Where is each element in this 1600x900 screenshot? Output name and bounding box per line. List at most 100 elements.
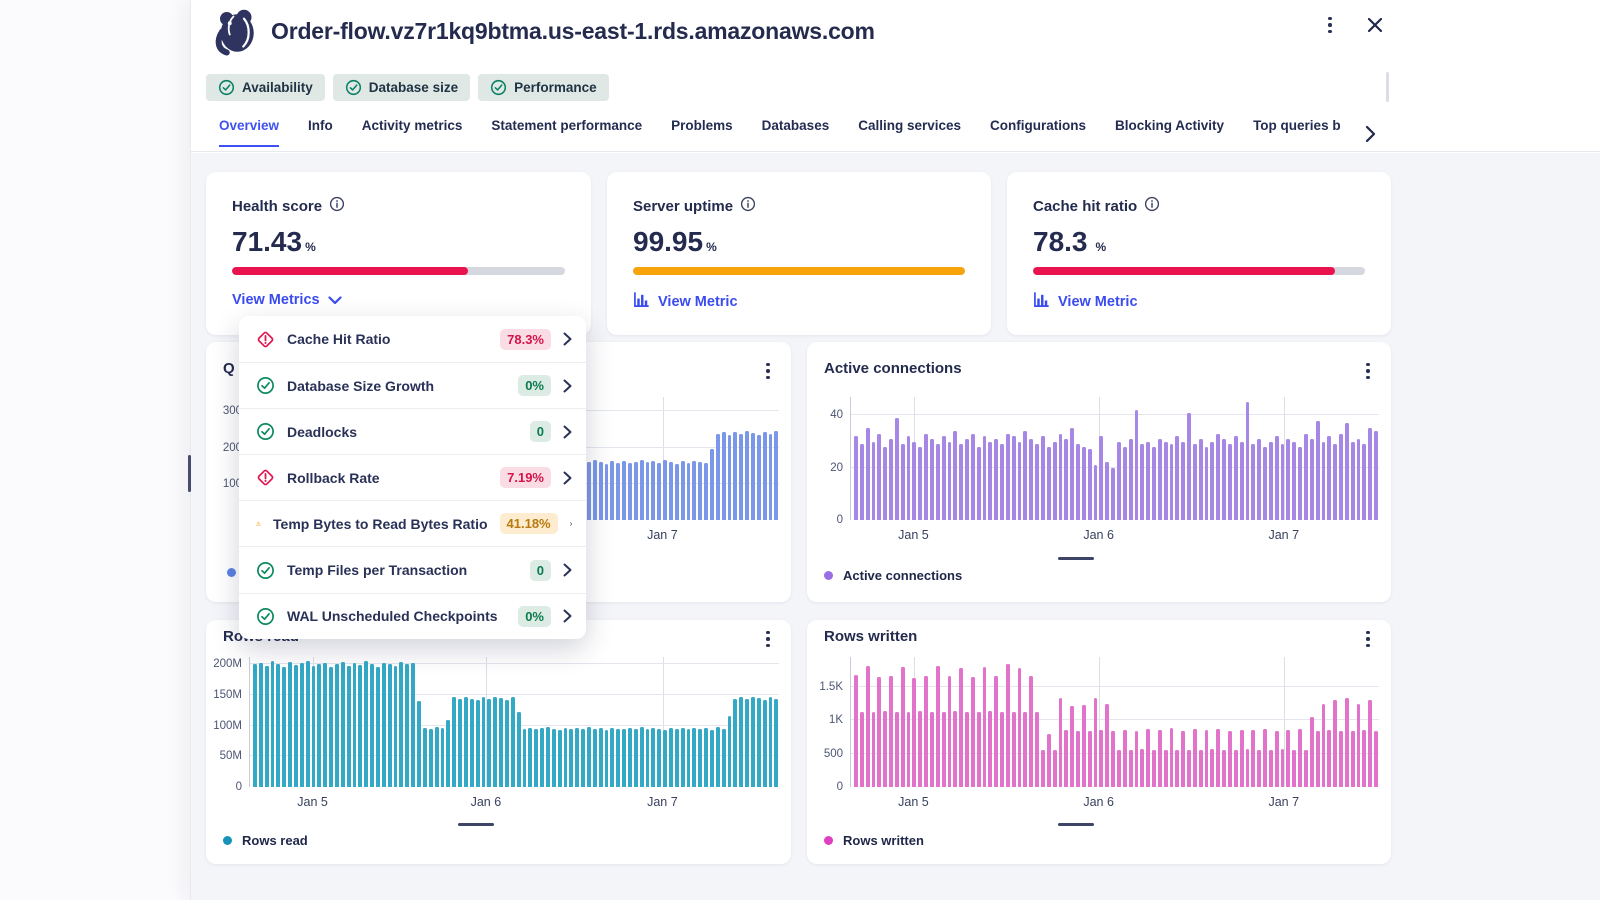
tab-databases[interactable]: Databases [762, 118, 830, 145]
bar [948, 676, 952, 787]
bar [965, 712, 969, 787]
bar [1164, 750, 1168, 787]
chart-kebab-menu-icon[interactable] [1359, 628, 1377, 650]
info-icon[interactable] [1144, 196, 1160, 216]
tab-blocking-activity[interactable]: Blocking Activity [1115, 118, 1224, 145]
bar [1275, 436, 1279, 520]
chart-x-scrollbar[interactable] [1058, 557, 1094, 560]
bar [534, 729, 538, 787]
tags-scrollbar[interactable] [1386, 72, 1389, 102]
tabs-scroll-right-icon[interactable] [1362, 120, 1378, 148]
panel-kebab-menu-icon[interactable] [1321, 14, 1339, 36]
bar [1234, 436, 1238, 520]
chevron-right-icon [563, 563, 572, 577]
bar [1281, 444, 1285, 520]
tab-overview[interactable]: Overview [219, 118, 279, 147]
tab-activity-metrics[interactable]: Activity metrics [362, 118, 463, 145]
dropdown-item-rollback-rate[interactable]: Rollback Rate7.19% [239, 454, 586, 500]
bar [411, 663, 415, 787]
tab-configurations[interactable]: Configurations [990, 118, 1086, 145]
bar [458, 699, 462, 787]
y-axis-label: 1K [829, 714, 843, 726]
metric-value-badge: 0 [530, 560, 551, 581]
bar [965, 439, 969, 520]
check-circle-icon [218, 79, 235, 96]
chart-legend: Rows written [824, 833, 924, 848]
panel-header: Order-flow.vz7r1kq9btma.us-east-1.rds.am… [191, 0, 1600, 66]
bar [1047, 734, 1051, 787]
card-title: Server uptime [633, 198, 733, 215]
bar [1374, 731, 1378, 787]
tab-calling-services[interactable]: Calling services [858, 118, 961, 145]
bar [1374, 431, 1378, 520]
dropdown-item-label: Rollback Rate [287, 470, 488, 486]
bar [1345, 698, 1349, 787]
chart-x-scrollbar[interactable] [1058, 823, 1094, 826]
bar [622, 461, 626, 520]
chart-kebab-menu-icon[interactable] [759, 628, 777, 650]
check-circle-icon [256, 607, 275, 626]
bar [640, 460, 644, 520]
check-circle-icon [256, 561, 275, 580]
bar [1304, 750, 1308, 787]
bar [1205, 447, 1209, 520]
tag-database-size[interactable]: Database size [333, 74, 470, 101]
bar [581, 729, 585, 787]
tab-info[interactable]: Info [308, 118, 333, 145]
tag-availability[interactable]: Availability [206, 74, 325, 101]
bar [1000, 712, 1004, 787]
tab-top-queries-b[interactable]: Top queries b [1253, 118, 1341, 145]
view-metric-button[interactable]: View Metric [1033, 292, 1138, 312]
bar [335, 664, 339, 787]
bar [593, 729, 597, 787]
dropdown-item-database-size-growth[interactable]: Database Size Growth0% [239, 362, 586, 408]
tab-statement-performance[interactable]: Statement performance [491, 118, 642, 145]
bar [1251, 730, 1255, 787]
tag-performance[interactable]: Performance [478, 74, 609, 101]
bar [1088, 731, 1092, 787]
view-metrics-button[interactable]: View Metrics [232, 292, 342, 308]
chart-x-scrollbar[interactable] [458, 823, 494, 826]
panel-scroll-indicator[interactable] [188, 455, 191, 492]
health-score-card: Health score 71.43% View Metrics [206, 172, 591, 335]
dropdown-item-temp-bytes-to-read-bytes-ratio[interactable]: Temp Bytes to Read Bytes Ratio41.18% [239, 500, 586, 546]
bar [948, 442, 952, 521]
info-icon[interactable] [329, 196, 345, 216]
close-icon[interactable] [1365, 15, 1385, 35]
bar [388, 664, 392, 787]
server-uptime-value: 99.95 [633, 226, 703, 257]
metric-value-badge: 0% [518, 606, 551, 627]
bar [895, 418, 899, 520]
bar [1310, 717, 1314, 787]
bar [265, 666, 269, 787]
view-metric-button[interactable]: View Metric [633, 292, 738, 312]
info-icon[interactable] [740, 196, 756, 216]
metric-value-badge: 0 [530, 421, 551, 442]
bar [866, 666, 870, 787]
chart-title: Active connections [824, 360, 962, 377]
bar [918, 447, 922, 520]
dropdown-item-deadlocks[interactable]: Deadlocks0 [239, 408, 586, 454]
dropdown-item-temp-files-per-transaction[interactable]: Temp Files per Transaction0 [239, 546, 586, 592]
bar [1029, 676, 1033, 787]
bar [1333, 444, 1337, 520]
bar [1351, 442, 1355, 521]
bar [358, 665, 362, 787]
chart-kebab-menu-icon[interactable] [1359, 360, 1377, 382]
bar [605, 730, 609, 787]
bar [312, 666, 316, 787]
cache-hit-ratio-card: Cache hit ratio 78.3% View Metric [1007, 172, 1391, 335]
bar [276, 664, 280, 787]
tab-problems[interactable]: Problems [671, 118, 733, 145]
bar [1316, 731, 1320, 787]
dropdown-item-wal-unscheduled-checkpoints[interactable]: WAL Unscheduled Checkpoints0% [239, 593, 586, 639]
bar [1275, 731, 1279, 787]
bar [417, 701, 421, 787]
bar [889, 439, 893, 520]
rows-read-chart-card: Rows read 200M150M100M50M0 Jan 5Jan 6Jan… [206, 620, 791, 864]
dropdown-item-cache-hit-ratio[interactable]: Cache Hit Ratio78.3% [239, 316, 586, 362]
chart-kebab-menu-icon[interactable] [759, 360, 777, 382]
bar [394, 666, 398, 787]
bar [587, 727, 591, 787]
bar [983, 667, 987, 787]
